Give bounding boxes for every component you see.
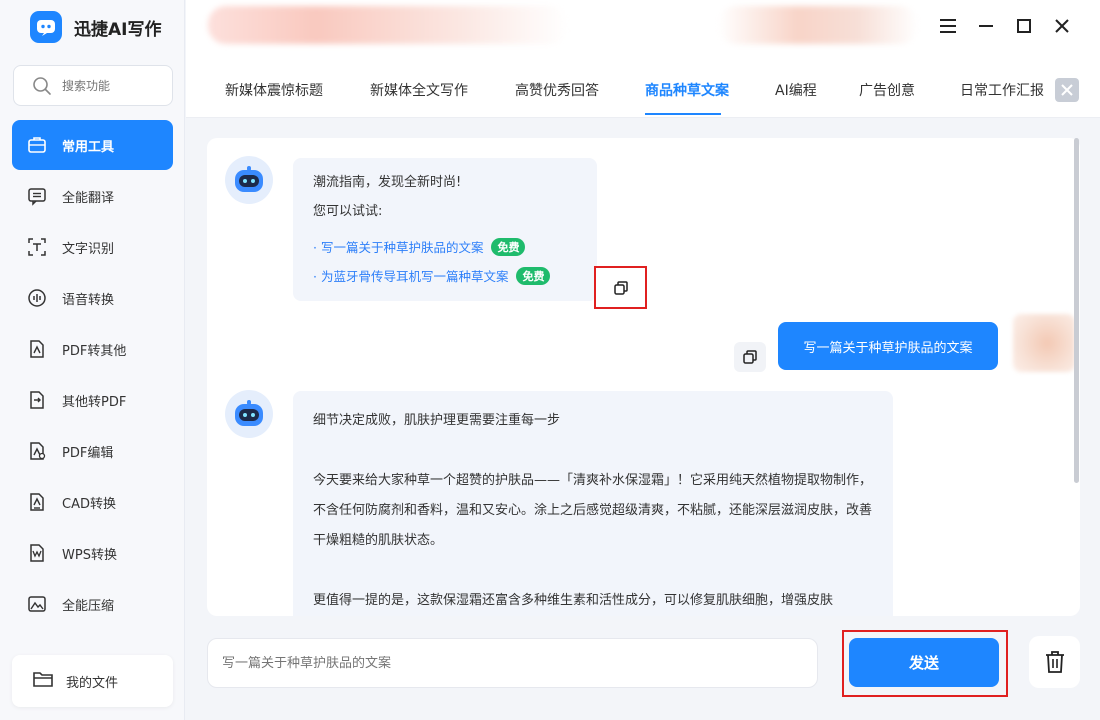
tab-ai-coding[interactable]: AI编程 (775, 80, 817, 100)
toolbox-icon (26, 134, 48, 156)
folder-icon (32, 669, 54, 693)
pdf-edit-icon (26, 440, 48, 462)
chat-panel: 潮流指南，发现全新时尚! 您可以试试: · 写一篇关于种草护肤品的文案 免费 ·… (207, 138, 1080, 616)
sidebar-item-label: PDF转其他 (62, 343, 127, 359)
active-tab-indicator (645, 113, 721, 115)
sidebar-item-label: 文字识别 (62, 241, 115, 257)
sidebar: 迅捷AI写作 常用工具 全能翻译 文字识别 语音转换 PDF转其他 其他转PDF (0, 0, 185, 720)
maximize-button[interactable] (1012, 14, 1036, 38)
sidebar-item-cad[interactable]: CAD转换 (12, 477, 173, 527)
tab-bar: 新媒体震惊标题 新媒体全文写作 高赞优秀回答 商品种草文案 AI编程 广告创意 … (186, 58, 1100, 118)
sidebar-item-label: PDF编辑 (62, 445, 114, 461)
message-input[interactable] (222, 655, 802, 671)
sidebar-item-other-to-pdf[interactable]: 其他转PDF (12, 375, 173, 425)
cad-icon (26, 491, 48, 513)
copy-button[interactable] (594, 266, 647, 309)
close-icon (1055, 19, 1069, 33)
sidebar-nav: 常用工具 全能翻译 文字识别 语音转换 PDF转其他 其他转PDF PDF编辑 (12, 120, 173, 630)
tab-shocking-title[interactable]: 新媒体震惊标题 (225, 80, 323, 100)
app-title: 迅捷AI写作 (74, 19, 162, 40)
translate-icon (26, 185, 48, 207)
close-button[interactable] (1050, 14, 1074, 38)
blurred-banner (208, 6, 568, 44)
reply-paragraph: 细节决定成败，肌肤护理更需要注重每一步 (313, 413, 561, 428)
blurred-user-info (718, 6, 918, 44)
wps-icon (26, 542, 48, 564)
user-avatar (1013, 314, 1075, 372)
sidebar-item-translate[interactable]: 全能翻译 (12, 171, 173, 221)
sidebar-item-compress[interactable]: 全能压缩 (12, 579, 173, 629)
sidebar-item-voice[interactable]: 语音转换 (12, 273, 173, 323)
pdf-convert-icon (26, 338, 48, 360)
tab-product-copy[interactable]: 商品种草文案 (645, 80, 729, 100)
my-files-label: 我的文件 (66, 675, 119, 691)
tab-close-button[interactable] (1055, 78, 1079, 102)
chat-scrollbar[interactable] (1074, 138, 1079, 483)
sidebar-item-label: 全能翻译 (62, 190, 115, 206)
copy-user-message-button[interactable] (734, 342, 766, 372)
sidebar-item-label: 全能压缩 (62, 598, 115, 614)
minimize-button[interactable] (974, 14, 998, 38)
robot-icon (235, 166, 263, 192)
voice-icon (26, 287, 48, 309)
search-input[interactable] (62, 78, 162, 93)
sidebar-item-label: CAD转换 (62, 496, 116, 512)
sidebar-item-ocr[interactable]: 文字识别 (12, 222, 173, 272)
welcome-title: 潮流指南，发现全新时尚! (313, 175, 462, 190)
tab-full-article[interactable]: 新媒体全文写作 (370, 80, 468, 100)
menu-button[interactable] (936, 14, 960, 38)
text-recognition-icon (26, 236, 48, 258)
search-box[interactable] (13, 65, 173, 106)
sidebar-item-label: 常用工具 (62, 139, 115, 155)
copy-icon (743, 350, 757, 364)
free-badge: 免费 (516, 266, 551, 285)
clear-chat-button[interactable] (1029, 636, 1080, 688)
reply-paragraph: 今天要来给大家种草一个超赞的护肤品——「清爽补水保湿霜」！它采用纯天然植物提取物… (313, 473, 873, 548)
free-badge: 免费 (491, 237, 526, 256)
tab-top-answers[interactable]: 高赞优秀回答 (515, 80, 599, 100)
sidebar-item-label: WPS转换 (62, 547, 117, 563)
user-message: 写一篇关于种草护肤品的文案 (778, 322, 998, 370)
trash-icon (1045, 651, 1064, 673)
bot-avatar (225, 156, 273, 204)
bot-avatar (225, 390, 273, 438)
hamburger-icon (940, 19, 956, 33)
sidebar-item-pdf-to-other[interactable]: PDF转其他 (12, 324, 173, 374)
suggestion-text: · 为蓝牙骨传导耳机写一篇种草文案 (313, 269, 509, 284)
tab-ad-creative[interactable]: 广告创意 (859, 80, 915, 100)
copy-icon (613, 280, 628, 295)
robot-icon (235, 400, 263, 426)
compress-icon (26, 593, 48, 615)
app-logo: 迅捷AI写作 (30, 11, 161, 43)
reply-paragraph: 更值得一提的是，这款保湿霜还富含多种维生素和活性成分，可以修复肌肤细胞，增强皮肤 (313, 593, 834, 608)
minimize-icon (979, 25, 993, 27)
my-files-button[interactable]: 我的文件 (12, 655, 173, 707)
tab-daily-report[interactable]: 日常工作汇报 (960, 80, 1044, 100)
sidebar-item-common-tools[interactable]: 常用工具 (12, 120, 173, 170)
sidebar-item-label: 其他转PDF (62, 394, 127, 410)
to-pdf-icon (26, 389, 48, 411)
title-bar (186, 0, 1100, 58)
close-icon (1061, 84, 1073, 96)
message-composer[interactable] (207, 638, 818, 688)
robot-logo-icon (30, 11, 62, 43)
maximize-icon (1017, 19, 1031, 33)
suggestion-skincare[interactable]: · 写一篇关于种草护肤品的文案 免费 (313, 232, 597, 261)
sidebar-item-label: 语音转换 (62, 292, 115, 308)
suggestion-text: · 写一篇关于种草护肤品的文案 (313, 240, 484, 255)
send-button[interactable]: 发送 (849, 638, 999, 687)
welcome-message: 潮流指南，发现全新时尚! 您可以试试: · 写一篇关于种草护肤品的文案 免费 ·… (293, 158, 597, 301)
search-icon (33, 76, 51, 95)
suggestion-earphones[interactable]: · 为蓝牙骨传导耳机写一篇种草文案 免费 (313, 261, 597, 290)
bot-reply: 细节决定成败，肌肤护理更需要注重每一步 今天要来给大家种草一个超赞的护肤品——「… (293, 391, 893, 616)
sidebar-item-pdf-edit[interactable]: PDF编辑 (12, 426, 173, 476)
sidebar-item-wps[interactable]: WPS转换 (12, 528, 173, 578)
welcome-hint: 您可以试试: (313, 204, 383, 219)
